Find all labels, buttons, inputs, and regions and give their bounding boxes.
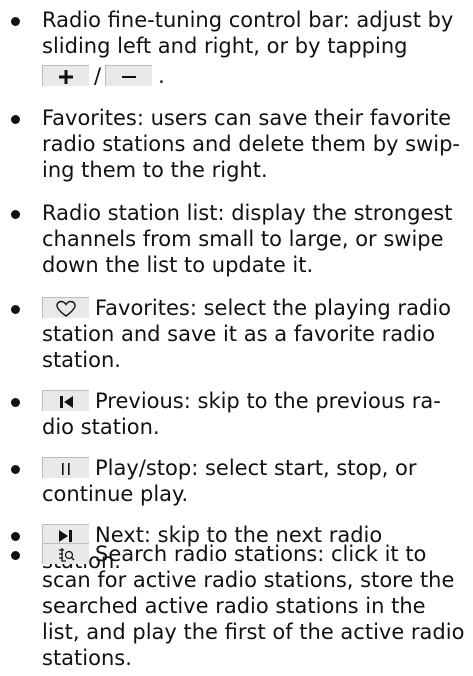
text-line: channels from small to large, or swipe	[42, 227, 444, 251]
heart-outline-icon	[42, 296, 89, 318]
bullet	[11, 551, 20, 560]
bullet	[11, 305, 20, 314]
bullet	[11, 210, 20, 219]
minus-key-icon	[105, 64, 153, 86]
separator: /	[94, 64, 102, 88]
bullet	[11, 17, 20, 26]
text-line: list, and play the first of the active r…	[42, 620, 465, 644]
text-line: station.	[42, 348, 121, 372]
text-line: down the list to update it.	[42, 253, 314, 277]
pause-icon	[42, 456, 89, 478]
bullet	[11, 115, 20, 124]
text-line: Play/stop: select start, stop, or	[95, 456, 417, 480]
text-line: Search radio stations: click it to	[95, 542, 427, 566]
text-line: Radio fine-tuning control bar: adjust by	[42, 8, 454, 32]
search-list-icon	[42, 542, 89, 564]
bullet	[11, 532, 20, 541]
sentence-end: .	[158, 64, 165, 88]
text-line: dio station.	[42, 415, 160, 439]
text-line: stations.	[42, 646, 132, 670]
text-line: radio stations and delete them by swip-	[42, 132, 460, 156]
text-line: sliding left and right, or by tapping	[42, 34, 408, 58]
text-line: Radio station list: display the stronges…	[42, 201, 453, 225]
text-line: searched active radio stations in the	[42, 594, 426, 618]
skip-previous-icon	[42, 389, 89, 411]
text-line: Favorites: select the playing radio	[95, 296, 451, 320]
bullet	[11, 398, 20, 407]
text-line: Previous: skip to the previous ra-	[95, 389, 441, 413]
text-line: scan for active radio stations, store th…	[42, 568, 455, 592]
plus-key-icon	[42, 64, 89, 86]
text-line: Favorites: users can save their favorite	[42, 106, 452, 130]
text-line: ing them to the right.	[42, 158, 268, 182]
bullet	[11, 465, 20, 474]
text-line: continue play.	[42, 482, 189, 506]
text-line: station and save it as a favorite radio	[42, 322, 436, 346]
